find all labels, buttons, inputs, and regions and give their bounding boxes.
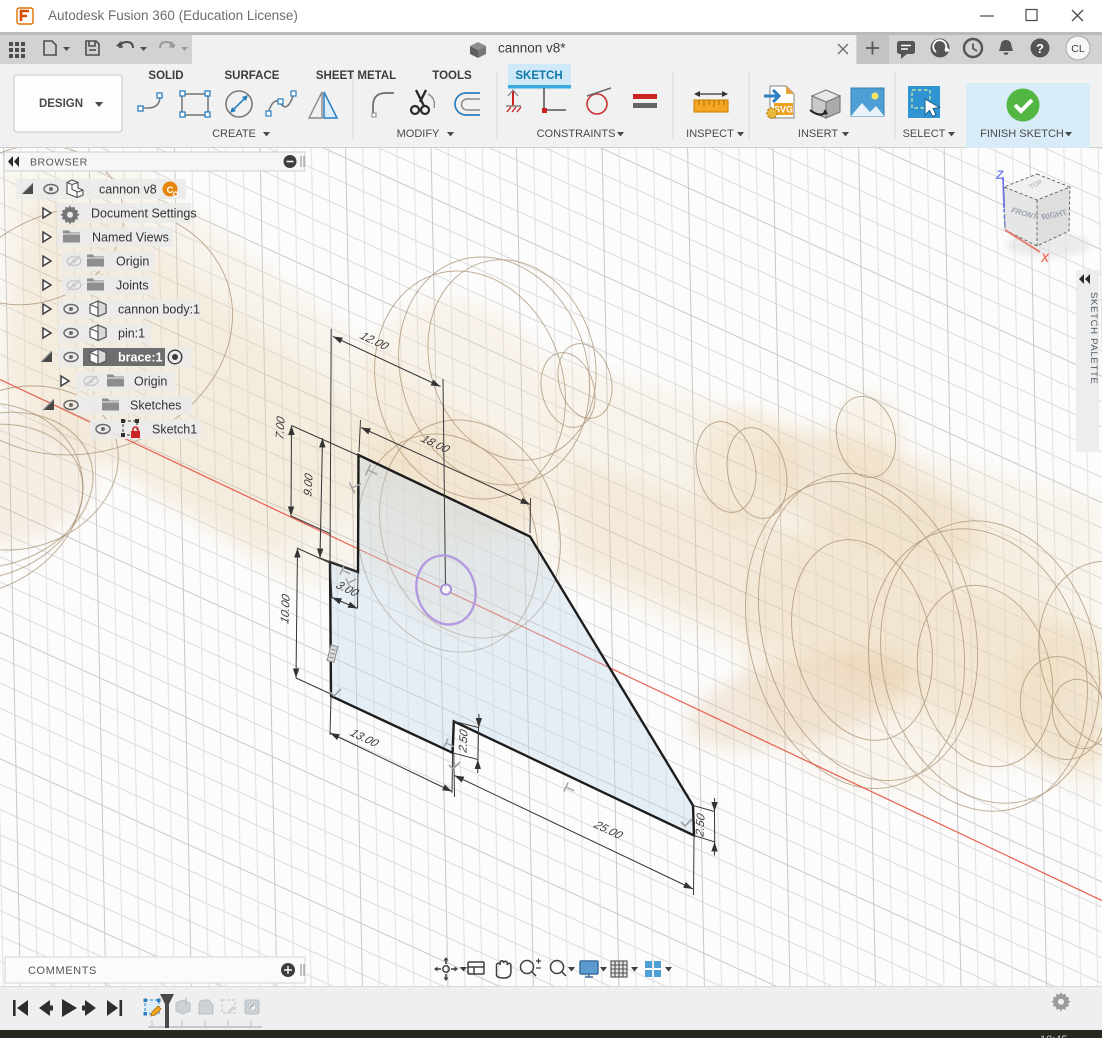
- svg-text:CL: CL: [1071, 43, 1085, 55]
- svg-text:DESIGN: DESIGN: [39, 98, 83, 110]
- svg-text:BROWSER: BROWSER: [30, 157, 88, 169]
- svg-text:INSPECT: INSPECT: [686, 128, 734, 140]
- svg-text:TOOLS: TOOLS: [432, 70, 472, 82]
- svg-text:COMMENTS: COMMENTS: [28, 965, 97, 977]
- svg-text:SHEET METAL: SHEET METAL: [316, 70, 396, 82]
- svg-text:Origin: Origin: [134, 375, 167, 389]
- svg-text:Document Settings: Document Settings: [91, 207, 197, 221]
- svg-text:cannon v8*: cannon v8*: [498, 41, 566, 56]
- svg-text:CONSTRAINTS: CONSTRAINTS: [537, 128, 616, 140]
- svg-text:INSERT: INSERT: [798, 128, 838, 140]
- svg-text:SKETCH: SKETCH: [515, 70, 562, 82]
- svg-text:cannon v8: cannon v8: [99, 183, 157, 197]
- svg-text:Named Views: Named Views: [92, 231, 169, 245]
- svg-text:Joints: Joints: [116, 279, 149, 293]
- svg-text:2.50: 2.50: [694, 811, 708, 839]
- svg-text:MODIFY: MODIFY: [397, 128, 440, 140]
- svg-text:X: X: [1040, 251, 1050, 265]
- svg-text:SOLID: SOLID: [148, 70, 183, 82]
- svg-text:FINISH SKETCH: FINISH SKETCH: [980, 128, 1064, 140]
- svg-text:9.00: 9.00: [302, 471, 316, 498]
- svg-text:C: C: [167, 185, 174, 196]
- svg-text:Z: Z: [995, 168, 1004, 182]
- svg-text:Sketches: Sketches: [130, 399, 181, 413]
- svg-text:cannon body:1: cannon body:1: [118, 303, 200, 317]
- svg-text:Origin: Origin: [116, 255, 149, 269]
- svg-text:?: ?: [1036, 41, 1044, 56]
- svg-text:CREATE: CREATE: [212, 128, 256, 140]
- svg-text:Sketch1: Sketch1: [152, 423, 197, 437]
- svg-text:SKETCH PALETTE: SKETCH PALETTE: [1088, 292, 1099, 385]
- svg-text:SURFACE: SURFACE: [225, 70, 280, 82]
- svg-text:2.50: 2.50: [457, 727, 471, 755]
- svg-text:SELECT: SELECT: [903, 128, 946, 140]
- svg-text:10.00: 10.00: [279, 592, 293, 625]
- svg-text:pin:1: pin:1: [118, 327, 145, 341]
- svg-text:brace:1: brace:1: [118, 351, 163, 365]
